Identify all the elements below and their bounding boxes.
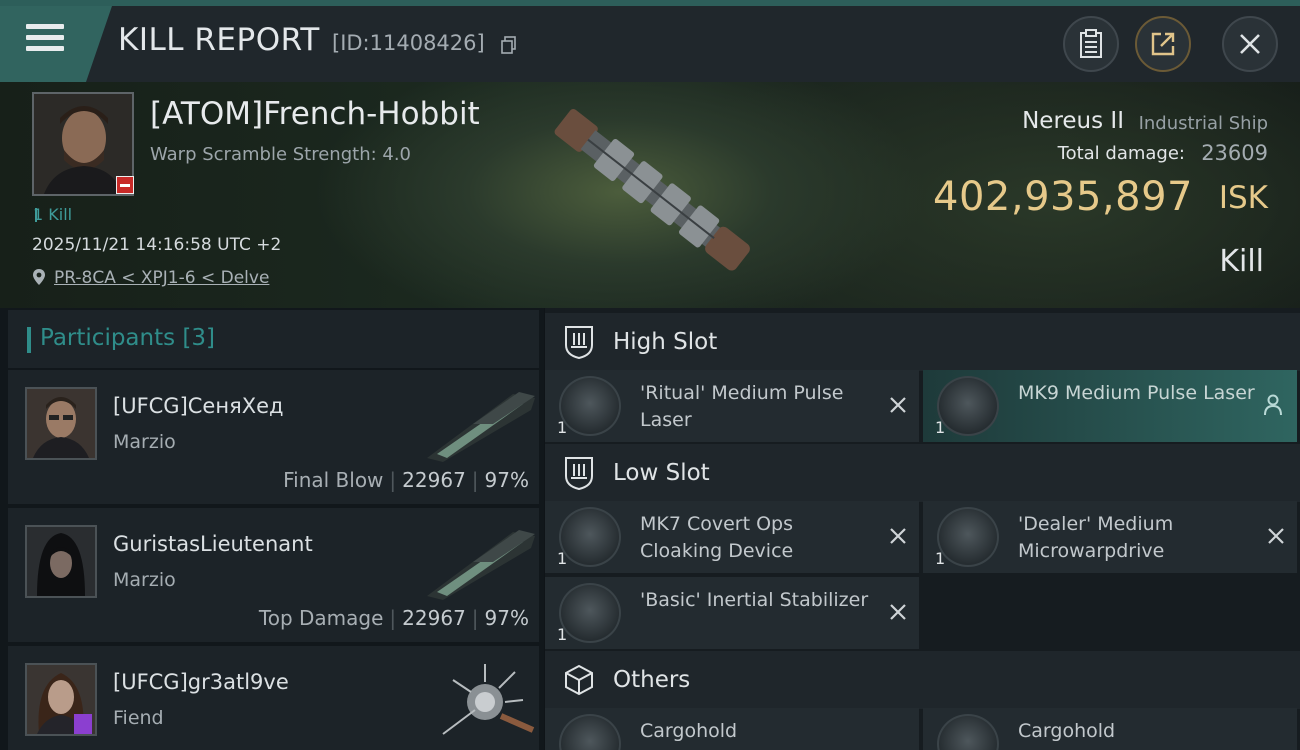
module-quantity: 1 xyxy=(557,549,568,568)
participant-row[interactable]: [UFCG]СеняХед Marzio Final Blow | 22967 | 97… xyxy=(8,370,539,504)
victim-ship-class: Industrial Ship xyxy=(1138,113,1268,134)
kill-datetime: 2025/11/21 14:16:58 UTC +2 xyxy=(32,235,282,255)
participant-row[interactable]: [UFCG]gr3atl9ve Fiend xyxy=(8,646,539,750)
pulse-laser-icon xyxy=(937,376,999,436)
participant-row[interactable]: GuristasLieutenant Marzio Top Damage | 229… xyxy=(8,508,539,642)
module-item[interactable]: 1 MK7 Covert Ops Cloaking Device xyxy=(545,501,919,573)
hostile-badge-icon xyxy=(116,176,134,194)
module-item[interactable]: Cargohold xyxy=(923,708,1297,750)
module-name: MK9 Medium Pulse Laser xyxy=(1018,382,1255,404)
participants-count: [3] xyxy=(182,325,216,351)
module-quantity: 1 xyxy=(557,625,568,644)
participant-name: [UFCG]СеняХед xyxy=(113,394,284,418)
cargohold-icon xyxy=(559,714,621,750)
others-header: Others xyxy=(545,651,1300,709)
cargohold-icon xyxy=(937,714,999,750)
participant-avatar xyxy=(25,525,97,598)
location-pin-icon xyxy=(33,269,45,285)
participant-ship: Marzio xyxy=(113,431,176,453)
kill-result-label: Kill xyxy=(1219,244,1264,279)
victim-ship-image[interactable] xyxy=(530,92,780,297)
copy-icon[interactable] xyxy=(501,36,517,54)
participant-ship-image xyxy=(427,392,535,462)
module-quantity: 1 xyxy=(935,418,946,437)
module-item[interactable]: 1 'Ritual' Medium Pulse Laser xyxy=(545,370,919,442)
participant-percent: 97% xyxy=(484,606,529,630)
destroyed-x-icon xyxy=(890,397,906,413)
high-slot-title: High Slot xyxy=(613,329,718,355)
cube-icon xyxy=(565,664,593,696)
module-quantity: 1 xyxy=(557,418,568,437)
participants-label: Participants xyxy=(40,325,176,351)
module-name: 'Ritual' Medium Pulse Laser xyxy=(640,382,844,431)
module-item[interactable]: Cargohold xyxy=(545,708,919,750)
destroyed-x-icon xyxy=(890,528,906,544)
person-icon xyxy=(1264,394,1282,416)
module-quantity: 1 xyxy=(935,549,946,568)
total-damage-label: Total damage: xyxy=(1057,143,1185,164)
module-name: Cargohold xyxy=(640,720,738,742)
participant-ship-image xyxy=(427,530,535,600)
module-name: 'Basic' Inertial Stabilizer xyxy=(640,589,869,611)
isk-unit: ISK xyxy=(1218,180,1268,216)
victim-ship-name[interactable]: Nereus II xyxy=(1022,108,1124,134)
module-item[interactable]: 1 'Basic' Inertial Stabilizer xyxy=(545,577,919,649)
page-title: KILL REPORT xyxy=(118,22,320,58)
isk-value: 402,935,897 xyxy=(933,174,1193,220)
participant-ship-image xyxy=(442,664,535,735)
module-name: Cargohold xyxy=(1018,720,1116,742)
kill-count: 1 Kill xyxy=(33,205,73,224)
participant-role: Top Damage xyxy=(258,606,384,630)
participants-title: Participants [3] xyxy=(40,325,215,351)
low-slot-icon xyxy=(565,457,593,490)
microwarpdrive-icon xyxy=(937,507,999,567)
participant-name: GuristasLieutenant xyxy=(113,532,313,556)
cloaking-device-icon xyxy=(559,507,621,567)
destroyed-x-icon xyxy=(1268,528,1284,544)
report-id: [ID:11408426] xyxy=(332,31,485,55)
participant-role: Final Blow xyxy=(283,468,384,492)
share-button[interactable] xyxy=(1135,16,1191,72)
participant-damage: 22967 xyxy=(402,606,466,630)
others-title: Others xyxy=(613,667,691,693)
participant-damage: 22967 xyxy=(402,468,466,492)
participant-ship: Marzio xyxy=(113,569,176,591)
low-slot-title: Low Slot xyxy=(613,460,710,486)
pulse-laser-icon xyxy=(559,376,621,436)
participant-ship: Fiend xyxy=(113,707,164,729)
high-slot-icon xyxy=(565,326,593,359)
victim-name[interactable]: [ATOM]French-Hobbit xyxy=(150,96,480,132)
module-item[interactable]: 1 'Dealer' Medium Microwarpdrive xyxy=(923,501,1297,573)
clipboard-icon xyxy=(1080,29,1102,58)
participant-percent: 97% xyxy=(484,468,529,492)
location-link[interactable]: PR-8CA < XPJ1-6 < Delve xyxy=(54,268,269,288)
total-damage-value: 23609 xyxy=(1201,141,1268,165)
close-icon xyxy=(1240,34,1260,54)
inertial-stabilizer-icon xyxy=(559,583,621,643)
close-button[interactable] xyxy=(1222,16,1278,72)
warp-scramble-strength: Warp Scramble Strength: 4.0 xyxy=(150,144,412,165)
participant-name: [UFCG]gr3atl9ve xyxy=(113,670,289,694)
module-item[interactable]: 1 MK9 Medium Pulse Laser xyxy=(923,370,1297,442)
module-name: MK7 Covert Ops Cloaking Device xyxy=(640,513,794,562)
hamburger-icon xyxy=(26,24,64,54)
participants-accent-bar xyxy=(27,327,31,353)
role-tag-icon xyxy=(74,714,92,734)
low-slot-header: Low Slot xyxy=(545,444,1300,502)
menu-button[interactable] xyxy=(0,6,112,82)
share-icon xyxy=(1151,32,1175,56)
destroyed-x-icon xyxy=(890,604,906,620)
module-name: 'Dealer' Medium Microwarpdrive xyxy=(1018,513,1174,562)
participant-stats: Final Blow | 22967 | 97% xyxy=(283,468,529,492)
high-slot-header: High Slot xyxy=(545,313,1300,371)
participant-avatar xyxy=(25,387,97,460)
clipboard-button[interactable] xyxy=(1063,16,1119,72)
participant-stats: Top Damage | 22967 | 97% xyxy=(258,606,529,630)
